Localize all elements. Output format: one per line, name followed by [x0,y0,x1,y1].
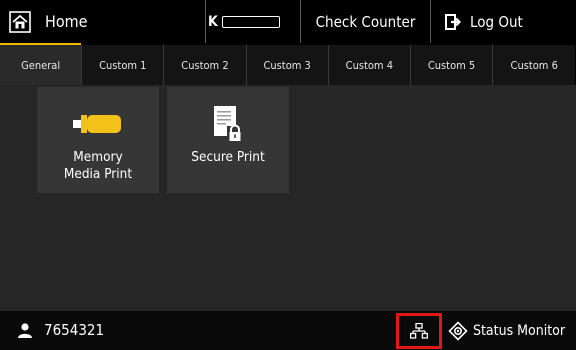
home-icon [9,10,31,33]
home-label: Home [45,12,88,31]
status-monitor-button[interactable]: Status Monitor [444,313,576,349]
memory-media-print-button[interactable]: Memory Media Print [37,87,159,193]
user-icon [18,323,32,338]
toner-level: K [206,0,301,43]
secure-print-label: Secure Print [191,149,265,165]
tab-general[interactable]: General [0,43,83,85]
status-monitor-label: Status Monitor [473,323,566,339]
user-id: 7654321 [44,321,105,339]
memory-media-print-label: Memory Media Print [63,149,133,182]
tab-custom-1[interactable]: Custom 1 [82,45,165,85]
check-counter-button[interactable]: Check Counter [301,0,431,43]
usb-drive-icon [73,115,121,133]
tab-custom-6[interactable]: Custom 6 [493,45,576,85]
function-panel: Memory Media Print Secure Print [0,85,576,311]
tab-custom-3[interactable]: Custom 3 [246,45,329,85]
network-icon [410,323,428,339]
secure-document-icon [214,106,243,142]
home-button[interactable]: Home [0,0,206,43]
tab-label: Custom 1 [99,58,147,72]
tab-custom-4[interactable]: Custom 4 [328,45,411,85]
logout-icon [445,13,462,30]
logout-label: Log Out [470,12,523,31]
tab-label: Custom 5 [427,58,476,72]
tab-label: General [21,58,61,72]
tab-custom-5[interactable]: Custom 5 [410,45,494,85]
tab-label: Custom 6 [510,58,558,72]
status-bar: 7654321 Status Monitor [0,311,576,350]
toner-letter: K [208,13,218,30]
tab-bar: General Custom 1 Custom 2 Custom 3 Custo… [0,43,576,85]
top-bar: Home K Check Counter Log Out [0,0,576,43]
tab-label: Custom 4 [345,58,394,72]
status-monitor-icon [448,321,468,341]
toner-level-bar [221,15,280,28]
network-status-button[interactable] [396,313,442,349]
tab-label: Custom 2 [181,58,229,72]
check-counter-label: Check Counter [315,12,416,31]
tab-label: Custom 3 [263,58,311,72]
tab-custom-2[interactable]: Custom 2 [164,45,247,85]
logout-button[interactable]: Log Out [431,0,576,43]
secure-print-button[interactable]: Secure Print [167,87,289,193]
